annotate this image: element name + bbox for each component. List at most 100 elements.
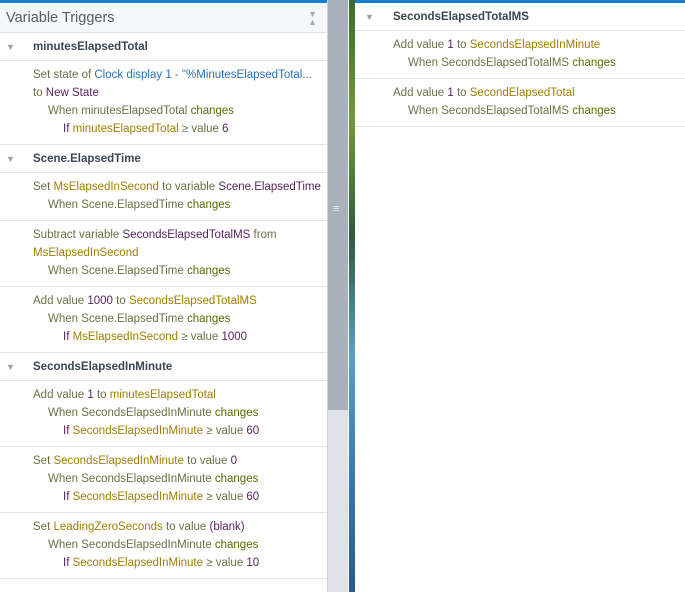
expand-triangle-icon[interactable]: ▼ [0,154,33,164]
token-chg: changes [187,105,235,117]
token-kw: SecondsElapsedTotalMS [441,105,570,117]
token-kw: SecondsElapsedTotalMS [441,57,570,69]
token-var: MsElapsedInSecond [33,247,139,259]
trigger-line: When SecondsElapsedTotalMS changes [393,102,681,120]
token-kw: Set [33,521,54,533]
trigger-item[interactable]: Add value 1 to SecondElapsedTotal When Se… [355,79,685,127]
token-kw: ≥ value [178,331,222,343]
token-chg: changes [183,313,231,325]
token-var: SecondsElapsedTotalMS [128,295,257,307]
trigger-line: If SecondsElapsedInMinute ≥ value 10 [33,554,323,572]
expand-triangle-icon[interactable]: ▼ [0,362,33,372]
token-var: LeadingZeroSeconds [53,521,163,533]
panel-title: Variable Triggers [6,9,115,26]
token-kw: Add value [393,39,448,51]
trigger-line: When SecondsElapsedTotalMS changes [393,54,681,72]
token-kw: SecondsElapsedInMinute [81,407,212,419]
trigger-item[interactable]: Set SecondsElapsedInMinute to value 0 Whe… [0,447,327,513]
token-var: SecondsElapsedInMinute [72,425,204,437]
token-kw: Subtract variable [33,229,123,241]
token-kw: to [453,39,470,51]
token-kw: ≥ value [203,425,247,437]
group-header[interactable]: ▼ minutesElapsedTotal [0,33,327,61]
trigger-line: When SecondsElapsedInMinute changes [33,536,323,554]
trigger-list-right: ▼ SecondsElapsedTotalMS Add value 1 to Sec… [355,3,685,127]
token-kw: to [93,389,110,401]
trigger-line: When Scene.ElapsedTime changes [33,310,323,328]
trigger-line: If minutesElapsedTotal ≥ value 6 [33,120,323,138]
trigger-line: Subtract variable SecondsElapsedTotalMS … [33,226,323,244]
token-kw: to value [183,455,231,467]
expand-triangle-icon[interactable]: ▼ [355,12,393,22]
group-name: Scene.ElapsedTime [33,152,141,165]
token-val: (blank) [209,521,245,533]
token-var: SecondsElapsedInMinute [53,455,184,467]
trigger-line: If SecondsElapsedInMinute ≥ value 60 [33,488,323,506]
panel-header: Variable Triggers ▼ ▲ [0,3,327,33]
collapse-all-icon[interactable]: ▼ ▲ [308,9,317,26]
token-kw: When [48,407,82,419]
variable-triggers-panel-right: ▼ SecondsElapsedTotalMS Add value 1 to Sec… [355,0,685,127]
trigger-item[interactable]: Subtract variable SecondsElapsedTotalMS … [0,221,327,287]
token-kw: When [48,313,82,325]
trigger-item[interactable]: Set state of Clock display 1 - "%Minutes… [0,61,327,145]
token-kw: to [453,87,470,99]
token-chg: changes [211,407,259,419]
token-val: If [63,331,73,343]
token-val: If [63,491,73,503]
token-kw: to [112,295,129,307]
trigger-line: If MsElapsedInSecond ≥ value 1000 [33,328,323,346]
token-kw: SecondsElapsedInMinute [81,539,212,551]
trigger-line: MsElapsedInSecond [33,244,323,262]
token-var: MsElapsedInSecond [72,331,179,343]
trigger-item[interactable]: Set LeadingZeroSeconds to value (blank) W… [0,513,327,579]
trigger-line: Add value 1 to SecondsElapsedInMinute [393,36,681,54]
token-chg: changes [569,57,616,69]
group-name: SecondsElapsedTotalMS [393,10,529,23]
trigger-line: Set state of Clock display 1 - "%Minutes… [33,66,323,84]
token-var: MsElapsedInSecond [53,181,159,193]
group-header[interactable]: ▼ Scene.ElapsedTime [0,145,327,173]
token-var: SecondElapsedTotal [469,87,575,99]
trigger-line: When Scene.ElapsedTime changes [33,262,323,280]
token-kw: When [48,473,82,485]
token-val: Scene.ElapsedTime [218,181,321,193]
trigger-line: to New State [33,84,323,102]
trigger-list: ▼ minutesElapsedTotal Set state of Clock d… [0,33,327,579]
variable-triggers-panel: Variable Triggers ▼ ▲ ▼ minutesElapsedTota… [0,0,327,579]
token-chg: changes [183,265,231,277]
token-kw: Set state of [33,69,95,81]
trigger-item[interactable]: Add value 1000 to SecondsElapsedTotalMS W… [0,287,327,353]
token-kw: When [48,265,82,277]
token-kw: Set [33,181,54,193]
token-val: 0 [230,455,237,467]
token-obj: Clock display 1 - "%MinutesElapsedTotal.… [94,69,312,81]
grip-icon: ≡ [333,203,340,215]
token-val: 10 [246,557,260,569]
trigger-item[interactable]: Add value 1 to minutesElapsedTotal When S… [0,381,327,447]
token-val: If [63,425,73,437]
expand-triangle-icon[interactable]: ▼ [0,42,33,52]
token-kw: SecondsElapsedInMinute [81,473,212,485]
token-kw: Scene.ElapsedTime [81,199,184,211]
token-kw: Add value [393,87,448,99]
trigger-line: When minutesElapsedTotal changes [33,102,323,120]
trigger-item[interactable]: Add value 1 to SecondsElapsedInMinute Whe… [355,31,685,79]
trigger-item[interactable]: Set MsElapsedInSecond to variable Scene.… [0,173,327,221]
token-kw: ≥ value [203,491,247,503]
group-header[interactable]: ▼ SecondsElapsedInMinute [0,353,327,381]
scrollbar[interactable]: ≡ [327,0,348,592]
token-var: SecondsElapsedInMinute [72,491,204,503]
trigger-line: Set LeadingZeroSeconds to value (blank) [33,518,323,536]
token-chg: changes [211,539,259,551]
token-kw: Set [33,455,54,467]
token-kw: ≥ value [178,123,223,135]
group-header[interactable]: ▼ SecondsElapsedTotalMS [355,3,685,31]
token-val: New State [45,87,99,99]
scrollbar-thumb[interactable]: ≡ [328,0,348,410]
token-var: minutesElapsedTotal [72,123,179,135]
token-chg: changes [211,473,259,485]
trigger-line: When SecondsElapsedInMinute changes [33,470,323,488]
token-kw: ≥ value [203,557,247,569]
token-val: 1000 [87,295,113,307]
